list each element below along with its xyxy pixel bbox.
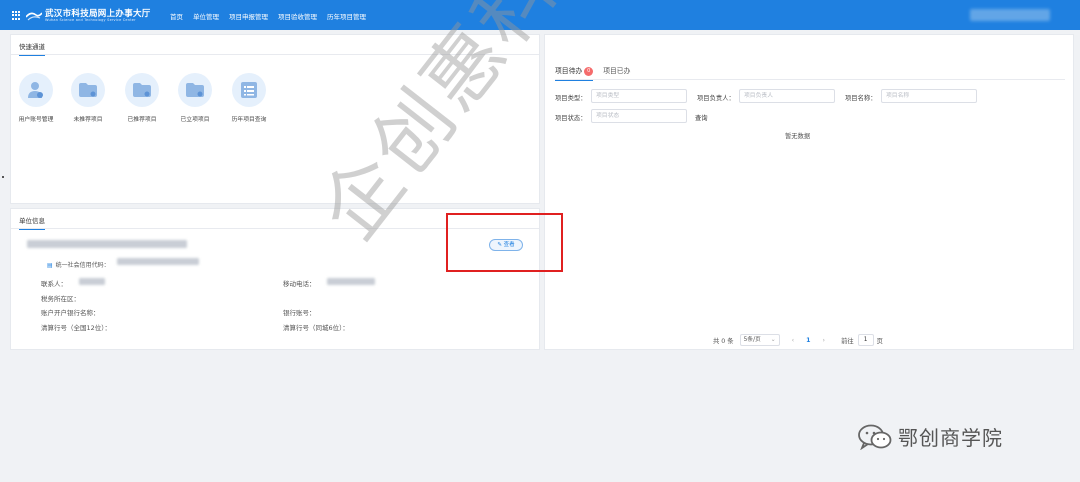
nav-project-application[interactable]: 项目申报管理 [229,11,268,21]
quick-access-panel: 快速通道 用户账号管理 未推荐项目 已推荐项目 已立项项目 历年项目查询 [10,34,540,204]
list-icon [232,73,266,107]
project-name-input[interactable]: 项目名称 [881,89,977,103]
query-button[interactable]: 查询 [695,113,708,122]
pager-total: 共 0 条 [713,337,734,345]
top-navbar: 武汉市科技局网上办事大厅 Wuhan Science and Technolog… [0,0,1080,30]
folder-icon [178,73,212,107]
project-panel: 项目待办 0 项目已办 项目类型： 项目类型 项目负责人： 项目负责人 项目名称：… [544,34,1074,350]
tab-quick-access[interactable]: 快速通道 [19,41,45,56]
user-info-blurred[interactable] [970,9,1050,21]
nav-unit-management[interactable]: 单位管理 [193,11,219,21]
project-name-label: 项目名称： [845,95,877,102]
project-owner-input[interactable]: 项目负责人 [739,89,835,103]
credit-code-label: 统一社会信用代码： [55,262,110,269]
page-word: 页 [876,337,883,345]
empty-state-text: 暂无数据 [785,133,811,140]
goto-label: 前往 [841,337,854,345]
mobile-label: 移动电话： [283,280,316,288]
quick-item-label: 已推荐项目 [127,117,157,123]
quick-item-label: 历年项目查询 [231,117,267,123]
credit-code-blurred [117,258,199,265]
next-page-icon[interactable]: › [823,337,826,344]
todo-count-badge: 0 [584,66,594,76]
apps-grid-icon[interactable] [12,11,21,20]
quick-item-label: 未推荐项目 [73,117,103,123]
panel-header: 快速通道 [11,35,539,56]
contact-label: 联系人： [41,280,67,288]
logo-icon [26,12,42,21]
quick-item-user-account[interactable]: 用户账号管理 [11,73,61,123]
tab-unit-info[interactable]: 单位信息 [19,215,45,230]
page-size-select[interactable]: 5条/页 ⌄ [739,334,780,346]
wechat-account-name: 鄂创商学院 [898,426,1003,450]
wechat-icon [858,424,892,450]
bank-account-label: 银行账号： [283,309,316,317]
pagination: 共 0 条 5条/页 ⌄ ‹ 1 › 前往 1 页 [713,334,883,346]
quick-item-unrecommended[interactable]: 未推荐项目 [63,73,113,123]
quick-access-list: 用户账号管理 未推荐项目 已推荐项目 已立项项目 历年项目查询 [11,73,291,133]
bank-name-label: 账户开户银行名称： [41,309,100,317]
prev-page-icon[interactable]: ‹ [792,337,795,344]
page-number[interactable]: 1 [806,337,810,344]
project-type-label: 项目类型： [555,95,587,102]
quick-item-recommended[interactable]: 已推荐项目 [117,73,167,123]
contact-value-blurred [79,278,105,285]
margin-dot [2,176,4,178]
chevron-down-icon: ⌄ [770,337,776,343]
folder-icon [71,73,105,107]
credit-code-row: ▤ 统一社会信用代码： [47,260,110,269]
mobile-value-blurred [327,278,375,285]
main-nav: 首页 单位管理 项目申报管理 项目验收管理 历年项目管理 [170,11,366,21]
user-account-icon [19,73,53,107]
clearing-national-label: 清算行号（全国12位）： [41,324,112,332]
quick-item-history-query[interactable]: 历年项目查询 [224,73,274,123]
tabs-divider [555,79,1065,80]
unit-name-blurred [27,240,187,248]
quick-item-label: 已立项项目 [180,117,210,123]
tax-district-label: 税务所在区： [41,295,80,303]
wechat-watermark: 鄂创商学院 [858,422,1003,451]
project-owner-label: 项目负责人： [697,95,735,102]
quick-item-label: 用户账号管理 [18,117,54,123]
tab-todo-label: 项目待办 [555,67,583,75]
highlight-box [446,213,563,272]
project-status-label: 项目状态： [555,115,587,122]
goto-page-input[interactable]: 1 [857,334,874,346]
site-subtitle: Wuhan Science and Technology Service Cen… [45,18,136,22]
clearing-local-label: 清算行号（同城6位）： [283,324,349,332]
folder-icon [125,73,159,107]
nav-project-history[interactable]: 历年项目管理 [327,11,366,21]
quick-item-approved[interactable]: 已立项项目 [170,73,220,123]
document-icon: ▤ [47,262,53,269]
project-type-select[interactable]: 项目类型 [591,89,687,103]
project-status-select[interactable]: 项目状态 [591,109,687,123]
nav-project-acceptance[interactable]: 项目验收管理 [278,11,317,21]
page-size-value: 5条/页 [743,337,761,343]
nav-home[interactable]: 首页 [170,11,183,21]
